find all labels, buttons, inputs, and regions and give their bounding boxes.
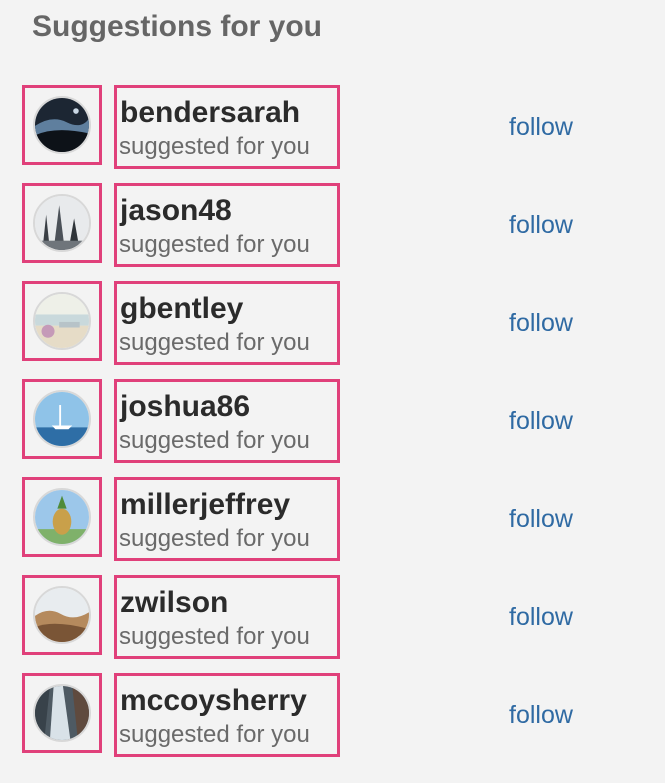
- suggestion-row: jason48 suggested for you follow: [0, 183, 665, 267]
- username[interactable]: joshua86: [120, 390, 250, 424]
- avatar[interactable]: [33, 96, 91, 154]
- suggestion-subtitle: suggested for you: [119, 329, 310, 356]
- sailboat-avatar-image: [35, 392, 89, 446]
- username[interactable]: zwilson: [120, 586, 228, 620]
- avatar-highlight[interactable]: [22, 183, 102, 263]
- suggestion-row: bendersarah suggested for you follow: [0, 85, 665, 169]
- suggestion-row: millerjeffrey suggested for you follow: [0, 477, 665, 561]
- user-text-highlight[interactable]: bendersarah suggested for you: [114, 85, 340, 169]
- follow-button[interactable]: follow: [509, 603, 573, 632]
- suggestion-row: zwilson suggested for you follow: [0, 575, 665, 659]
- suggestions-panel: Suggestions for you bendersarah suggeste…: [0, 0, 665, 783]
- user-text-highlight[interactable]: jason48 suggested for you: [114, 183, 340, 267]
- avatar-highlight[interactable]: [22, 477, 102, 557]
- waterfall-avatar-image: [35, 686, 89, 740]
- suggestion-row: mccoysherry suggested for you follow: [0, 673, 665, 757]
- follow-button[interactable]: follow: [509, 113, 573, 142]
- suggestion-subtitle: suggested for you: [119, 525, 310, 552]
- avatar[interactable]: [33, 194, 91, 252]
- username[interactable]: millerjeffrey: [120, 488, 290, 522]
- avatar-highlight[interactable]: [22, 85, 102, 165]
- avatar[interactable]: [33, 488, 91, 546]
- user-text-highlight[interactable]: joshua86 suggested for you: [114, 379, 340, 463]
- suggestion-subtitle: suggested for you: [119, 623, 310, 650]
- avatar-highlight[interactable]: [22, 379, 102, 459]
- panel-title: Suggestions for you: [32, 10, 323, 43]
- username[interactable]: gbentley: [120, 292, 243, 326]
- desert-avatar-image: [35, 588, 89, 642]
- follow-button[interactable]: follow: [509, 701, 573, 730]
- avatar[interactable]: [33, 586, 91, 644]
- night-sky-avatar-image: [35, 98, 89, 152]
- user-text-highlight[interactable]: mccoysherry suggested for you: [114, 673, 340, 757]
- follow-button[interactable]: follow: [509, 505, 573, 534]
- username[interactable]: bendersarah: [120, 96, 300, 130]
- pineapple-avatar-image: [35, 490, 89, 544]
- avatar[interactable]: [33, 684, 91, 742]
- follow-button[interactable]: follow: [509, 309, 573, 338]
- username[interactable]: jason48: [120, 194, 232, 228]
- follow-button[interactable]: follow: [509, 211, 573, 240]
- avatar[interactable]: [33, 292, 91, 350]
- avatar-highlight[interactable]: [22, 575, 102, 655]
- suggestion-subtitle: suggested for you: [119, 231, 310, 258]
- suggestion-subtitle: suggested for you: [119, 721, 310, 748]
- suggestion-subtitle: suggested for you: [119, 133, 310, 160]
- avatar[interactable]: [33, 390, 91, 448]
- user-text-highlight[interactable]: zwilson suggested for you: [114, 575, 340, 659]
- suggestion-subtitle: suggested for you: [119, 427, 310, 454]
- forest-avatar-image: [35, 196, 89, 250]
- avatar-highlight[interactable]: [22, 673, 102, 753]
- beach-avatar-image: [35, 294, 89, 348]
- avatar-highlight[interactable]: [22, 281, 102, 361]
- follow-button[interactable]: follow: [509, 407, 573, 436]
- suggestion-row: joshua86 suggested for you follow: [0, 379, 665, 463]
- username[interactable]: mccoysherry: [120, 684, 307, 718]
- suggestion-row: gbentley suggested for you follow: [0, 281, 665, 365]
- user-text-highlight[interactable]: millerjeffrey suggested for you: [114, 477, 340, 561]
- user-text-highlight[interactable]: gbentley suggested for you: [114, 281, 340, 365]
